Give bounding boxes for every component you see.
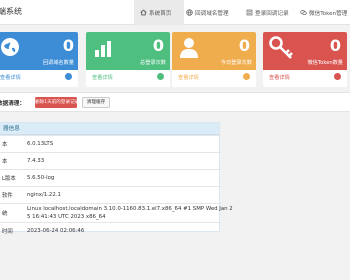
user-icon <box>180 38 198 58</box>
app-title: 端系统 <box>0 7 22 16</box>
card-label: 回调域名数量 <box>42 60 74 66</box>
info-value: Linux localhost.localdomain 3.10.0-1160.… <box>27 205 233 221</box>
info-key: 软件 <box>2 193 13 199</box>
card-label: 微信Token数量 <box>307 60 343 66</box>
clear-cache-button[interactable]: 清理缓存 <box>82 97 110 108</box>
server-info-panel: 器信息 本 6.0.13LTS 本 7.4.33 L版本 5.6.50-log … <box>0 122 233 235</box>
home-icon <box>140 9 147 16</box>
list-icon <box>246 9 253 16</box>
info-key: L版本 <box>2 176 16 182</box>
info-value: nginx/1.22.1 <box>27 192 61 198</box>
info-value: 6.0.13LTS <box>27 141 54 147</box>
card-total-logins: 0 总登录次数 查看详情 <box>86 32 170 87</box>
globe-icon <box>1 38 19 56</box>
card-today-logins: 0 今日登录次数 查看详情 <box>172 32 256 87</box>
card-value: 0 <box>152 36 164 55</box>
card-header: 0 微信Token数量 <box>263 32 347 70</box>
data-cleanup-title: 数据清理： <box>0 101 25 107</box>
nav-login-records-label: 登录回调记录 <box>255 10 289 17</box>
info-key: 本 <box>2 159 8 165</box>
info-row: 时间 2023-06-24 02:06:46 <box>0 222 221 239</box>
nav-wechat-token-label: 微信Token管理 <box>309 10 348 17</box>
bar-chart-icon <box>95 41 111 57</box>
info-value: 5.6.50-log <box>27 175 55 181</box>
card-value: 0 <box>329 36 341 55</box>
info-value-line: 5 16:41:43 UTC 2023 x86_64 <box>27 214 106 220</box>
globe-icon <box>186 9 193 16</box>
card-callback-domains: 0 回调域名数量 查看详情 <box>0 32 78 87</box>
card-header: 0 总登录次数 <box>86 32 170 70</box>
nav-callback-domain[interactable]: 回调域名管理 <box>186 0 229 25</box>
server-info-title: 器信息 <box>0 123 219 135</box>
arrow-right-icon[interactable] <box>243 73 250 80</box>
info-value: 2023-06-24 02:06:46 <box>27 228 85 234</box>
info-value-line: Linux localhost.localdomain 3.10.0-1160.… <box>27 206 233 212</box>
card-label: 总登录次数 <box>140 60 166 66</box>
card-value: 0 <box>62 36 74 55</box>
info-row: 统 Linux localhost.localdomain 3.10.0-116… <box>0 203 233 222</box>
info-key: 本 <box>2 142 8 148</box>
nav-wechat-token[interactable]: 微信Token管理 <box>300 0 347 25</box>
data-cleanup-panel: 数据清理： 删除1天前的登录记录 清理缓存 <box>0 92 350 112</box>
arrow-right-icon[interactable] <box>65 73 72 80</box>
info-value: 7.4.33 <box>27 158 45 164</box>
delete-old-records-button[interactable]: 删除1天前的登录记录 <box>35 97 79 108</box>
nav-callback-domain-label: 回调域名管理 <box>195 10 229 17</box>
view-details-link[interactable]: 查看详情 <box>92 74 113 81</box>
info-row: 本 7.4.33 <box>0 152 221 169</box>
view-details-link[interactable]: 查看详情 <box>269 74 290 81</box>
info-row: 软件 nginx/1.22.1 <box>0 186 221 203</box>
card-header: 0 回调域名数量 <box>0 32 78 70</box>
nav-login-records[interactable]: 登录回调记录 <box>246 0 289 25</box>
top-navbar: 端系统 系统首页 回调域名管理 登录回调记录 微信Token管理 <box>0 0 350 25</box>
info-key: 统 <box>2 211 8 217</box>
info-row: L版本 5.6.50-log <box>0 169 221 186</box>
info-row: 本 6.0.13LTS <box>0 135 221 152</box>
view-details-link[interactable]: 查看详情 <box>0 74 21 81</box>
key-icon <box>269 36 293 59</box>
card-label: 今日登录次数 <box>220 60 252 66</box>
wechat-icon <box>300 10 307 15</box>
card-header: 0 今日登录次数 <box>172 32 256 70</box>
info-key: 时间 <box>2 229 13 235</box>
nav-home[interactable]: 系统首页 <box>134 0 184 25</box>
view-details-link[interactable]: 查看详情 <box>178 74 199 81</box>
card-wechat-tokens: 0 微信Token数量 查看详情 <box>263 32 347 87</box>
nav-home-label: 系统首页 <box>149 10 172 17</box>
arrow-right-icon[interactable] <box>334 73 341 80</box>
arrow-right-icon[interactable] <box>157 73 164 80</box>
card-value: 0 <box>238 36 250 55</box>
